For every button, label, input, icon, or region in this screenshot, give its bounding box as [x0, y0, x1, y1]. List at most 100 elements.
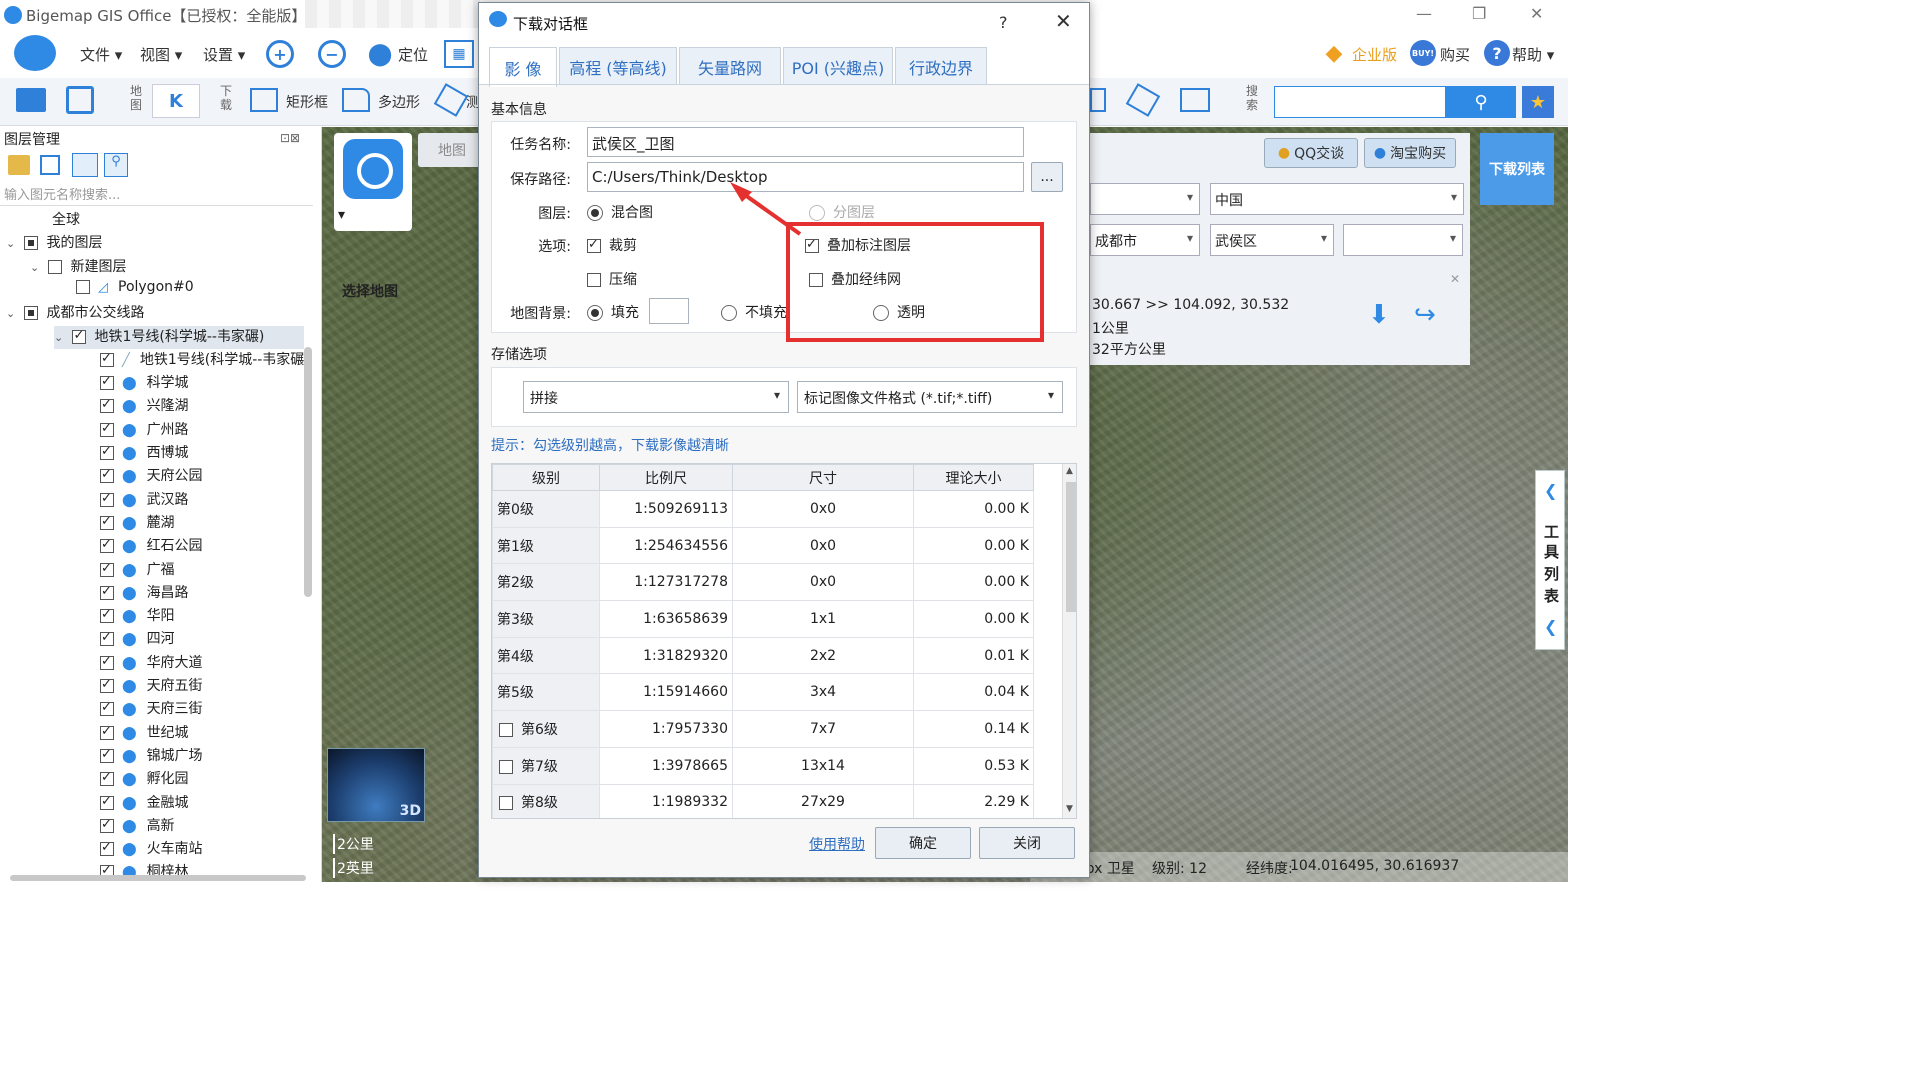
layer-tree-item[interactable]: ⬤ 金融城 [100, 792, 189, 815]
layer-tree-item[interactable]: 全球 [6, 209, 80, 232]
close-window-icon[interactable]: ✕ [1530, 4, 1543, 23]
layer-tree-item[interactable]: ╱ 地铁1号线(科学城--韦家碾) [100, 349, 310, 372]
layer-tree-item[interactable]: ⬤ 锦城广场 [100, 745, 203, 768]
search-layer-icon[interactable]: ⚲ [104, 153, 128, 177]
collapse-left-icon[interactable]: ❮ [1544, 481, 1557, 500]
level-checkbox[interactable] [499, 722, 513, 737]
town-select[interactable] [1343, 224, 1463, 256]
tab-poi[interactable]: POI (兴趣点) [783, 47, 893, 85]
layer-checkbox[interactable] [100, 491, 114, 507]
layer-checkbox[interactable] [48, 259, 63, 274]
share-arrow-icon[interactable]: ↪ [1414, 300, 1436, 330]
buy-icon[interactable]: BUY! [1410, 40, 1436, 66]
tab-elevation[interactable]: 高程 (等高线) [559, 47, 677, 85]
level-checkbox[interactable] [499, 796, 513, 811]
layer-checkbox[interactable] [100, 747, 114, 763]
layer-checkbox[interactable] [100, 840, 114, 857]
favorite-star-icon[interactable]: ★ [1522, 86, 1554, 118]
expand-chevron-icon[interactable]: ⌄ [54, 331, 68, 344]
layer-checkbox[interactable] [100, 397, 114, 414]
layer-checkbox[interactable] [100, 444, 114, 460]
layer-tree-item[interactable]: ⌄ 我的图层 [6, 232, 102, 255]
taobao-buy-button[interactable]: ● 淘宝购买 [1364, 138, 1456, 168]
district-select[interactable]: 武侯区 [1210, 224, 1334, 256]
city-select[interactable]: 成都市 [1090, 224, 1200, 256]
rectangle-select-icon[interactable] [250, 88, 278, 112]
layer-tree-item[interactable]: ⬤ 武汉路 [100, 489, 189, 512]
layer-tree-item[interactable]: ⬤ 天府三街 [100, 698, 203, 721]
layer-checkbox[interactable] [100, 351, 114, 367]
save-path-input[interactable]: C:/Users/Think/Desktop [587, 162, 1024, 192]
close-button[interactable]: 关闭 [979, 827, 1075, 859]
expand-chevron-icon[interactable]: ⌄ [6, 307, 20, 320]
layer-tree-item[interactable]: ⬤ 广福 [100, 559, 175, 582]
layer-tree-item[interactable]: ⬤ 天府五街 [100, 675, 203, 698]
layer-tree-item[interactable]: ◿ Polygon#0 [76, 279, 194, 302]
zoom-in-icon[interactable]: + [266, 40, 294, 68]
layer-checkbox[interactable] [72, 328, 87, 344]
layer-tree-item[interactable]: ⬤ 天府公园 [100, 465, 203, 488]
storage-format-select[interactable]: 标记图像文件格式 (*.tif;*.tiff) [797, 381, 1063, 413]
layer-tree-item[interactable]: ⬤ 火车南站 [100, 838, 203, 861]
menu-view[interactable]: 视图 ▾ [140, 44, 182, 65]
zoom-out-icon[interactable]: − [318, 40, 346, 68]
save-icon[interactable] [66, 86, 94, 114]
expand-chevron-icon[interactable]: ⌄ [6, 237, 20, 250]
save-layer-icon[interactable] [40, 155, 60, 175]
grid-icon[interactable]: ▦ [444, 40, 474, 68]
help-icon[interactable]: ? [1484, 40, 1510, 66]
table-row[interactable]: 第6级 1:7957330 7x7 0.14 K [492, 710, 1034, 748]
enterprise-button[interactable]: 企业版 [1352, 44, 1397, 65]
tab-imagery[interactable]: 影 像 [489, 47, 557, 87]
layer-checkbox[interactable] [100, 700, 114, 717]
polygon-button[interactable]: 多边形 [378, 92, 420, 112]
select-map-button[interactable]: 选择地图 ▾ [334, 133, 412, 300]
layer-checkbox[interactable] [100, 421, 114, 437]
app-main-icon[interactable] [14, 35, 56, 71]
ok-button[interactable]: 确定 [875, 827, 971, 859]
layer-tree-item[interactable]: ⌄ 新建图层 [30, 256, 126, 279]
layer-checkbox[interactable] [100, 817, 114, 833]
layer-tree-item[interactable]: ⬤ 华府大道 [100, 652, 203, 675]
enterprise-icon[interactable]: ◆ [1320, 38, 1348, 68]
layer-checkbox[interactable] [100, 770, 114, 787]
panel-pin-close-icon[interactable]: ⊡⊠ [280, 131, 300, 145]
layer-tree-item[interactable]: ⌄ 成都市公交线路 [6, 302, 144, 325]
tab-vector-roads[interactable]: 矢量路网 [679, 47, 781, 85]
layer-checkbox[interactable] [100, 561, 114, 577]
restore-icon[interactable]: ❐ [1472, 4, 1486, 23]
layer-checkbox[interactable] [100, 537, 114, 554]
table-row[interactable]: 第3级 1:63658639 1x1 0.00 K [492, 600, 1034, 638]
layer-checkbox[interactable] [76, 279, 90, 294]
tab-admin-boundary[interactable]: 行政边界 [895, 47, 987, 85]
layer-tree-item[interactable]: ⬤ 世纪城 [100, 722, 189, 745]
layer-checkbox[interactable] [100, 794, 114, 810]
table-scrollbar[interactable]: ▲ ▼ [1062, 464, 1076, 818]
layer-checkbox[interactable] [100, 374, 114, 391]
layer-checkbox[interactable] [100, 467, 114, 484]
province-select[interactable] [1090, 183, 1200, 215]
layer-tree-item[interactable]: ⬤ 红石公园 [100, 535, 203, 558]
level-checkbox[interactable] [499, 759, 513, 774]
export-icon[interactable] [1180, 88, 1210, 112]
layer-checkbox[interactable] [100, 607, 114, 624]
layer-scrollbar[interactable] [304, 347, 312, 597]
radio-bg-nofill[interactable]: 不填充 [721, 302, 787, 322]
tool-icon-a[interactable] [1090, 88, 1106, 112]
layer-checkbox[interactable] [24, 306, 39, 321]
locate-button[interactable]: 定位 [398, 44, 428, 65]
layer-checkbox[interactable] [100, 514, 114, 530]
region-close-icon[interactable]: ✕ [1450, 272, 1460, 286]
collapse-left-icon-2[interactable]: ❮ [1544, 617, 1557, 636]
layer-tree-item[interactable]: ⬤ 兴隆湖 [100, 395, 189, 418]
map-type-tab[interactable]: 地图 [418, 133, 486, 167]
scroll-up-icon[interactable]: ▲ [1066, 466, 1073, 476]
browse-button[interactable]: ... [1031, 162, 1063, 192]
layer-tree-item[interactable]: ⬤ 海昌路 [100, 582, 189, 605]
fill-color-swatch[interactable] [649, 298, 689, 324]
location-pin-icon[interactable]: ⬤ [368, 40, 393, 68]
select-features-icon[interactable] [72, 153, 98, 177]
table-row[interactable]: 第8级 1:1989332 27x29 2.29 K [492, 783, 1034, 818]
menu-settings[interactable]: 设置 ▾ [203, 44, 245, 65]
minimize-icon[interactable]: — [1416, 4, 1432, 23]
